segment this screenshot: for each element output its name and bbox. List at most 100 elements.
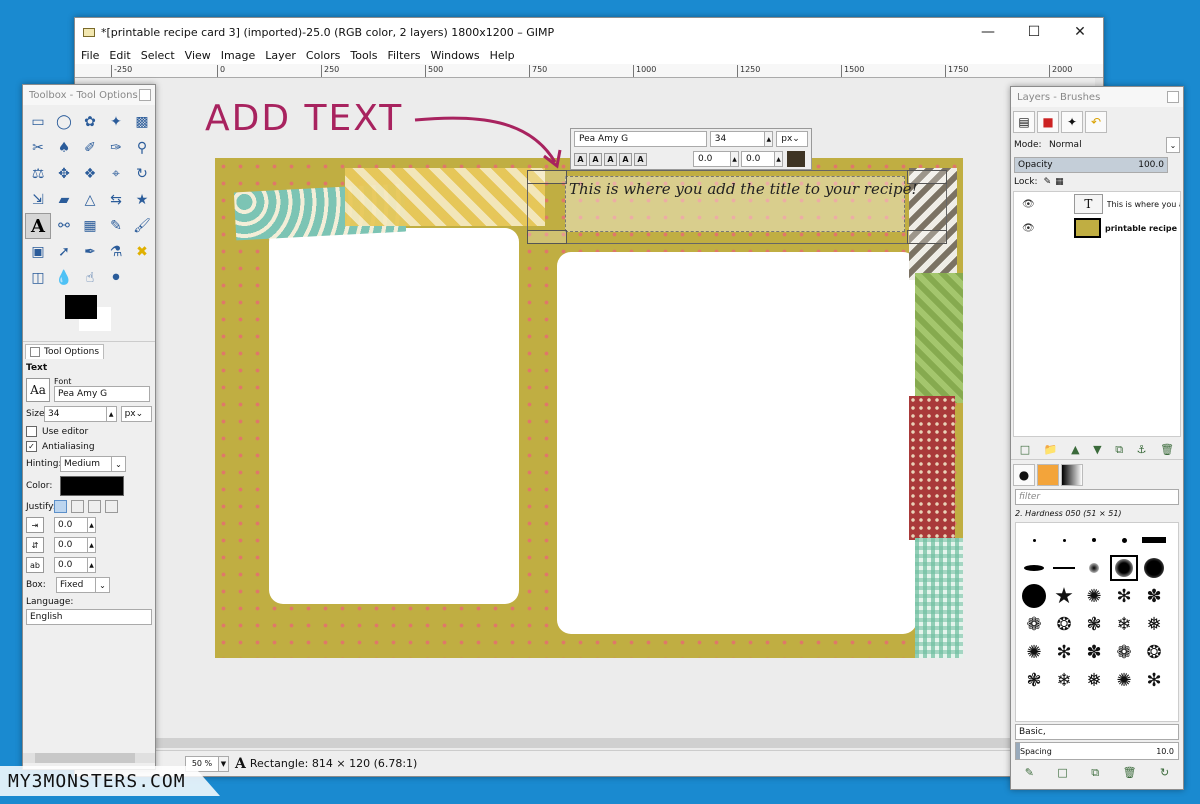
resize-handle-bottom-right[interactable]: [907, 230, 947, 244]
zoom-dropdown-icon[interactable]: ▼: [219, 755, 229, 772]
heal-icon[interactable]: ⚯: [51, 213, 77, 239]
hinting-select[interactable]: Medium: [60, 456, 112, 472]
otb-unit-select[interactable]: px ⌄: [776, 131, 808, 147]
brush-item[interactable]: ✻: [1140, 667, 1168, 693]
otb-font-field[interactable]: Pea Amy G: [574, 131, 707, 147]
close-button[interactable]: ✕: [1057, 18, 1103, 46]
brush-item[interactable]: [1020, 583, 1048, 609]
text-tool-icon[interactable]: A: [25, 213, 51, 239]
brush-item[interactable]: ❄: [1110, 611, 1138, 637]
indent-input[interactable]: 0.0: [54, 517, 88, 533]
brush-item[interactable]: ✺: [1110, 667, 1138, 693]
menu-colors[interactable]: Colors: [306, 49, 340, 62]
menu-layer[interactable]: Layer: [265, 49, 296, 62]
free-select-icon[interactable]: ✿: [77, 109, 103, 135]
select-by-color-icon[interactable]: ▩: [129, 109, 155, 135]
brush-item[interactable]: ❄: [1050, 667, 1078, 693]
brush-tag-input[interactable]: Basic,: [1015, 724, 1179, 740]
otb-size-spinner[interactable]: ▲: [765, 131, 774, 147]
brush-filter-input[interactable]: filter: [1015, 489, 1179, 505]
paths-icon[interactable]: ✐: [77, 135, 103, 161]
star-brush-icon[interactable]: ★: [1050, 583, 1078, 609]
layers-tab-icon[interactable]: ▤: [1013, 111, 1035, 133]
otb-clear-style-button[interactable]: A: [574, 152, 587, 166]
use-editor-checkbox[interactable]: [26, 426, 37, 437]
otb-underline-button[interactable]: A: [619, 152, 632, 166]
perspective-clone-icon[interactable]: ◫: [25, 265, 51, 291]
align-icon[interactable]: ❖: [77, 161, 103, 187]
blend-icon[interactable]: ▦: [77, 213, 103, 239]
size-unit-select[interactable]: px ⌄: [120, 406, 153, 422]
raise-layer-icon[interactable]: ▲: [1071, 443, 1079, 456]
horizontal-ruler[interactable]: -250 0 250 500 750 1000 1250 1500 1750 2…: [75, 64, 1103, 78]
resize-handle-top-left[interactable]: [527, 170, 567, 184]
brush-item[interactable]: [1140, 527, 1168, 553]
mode-dropdown-icon[interactable]: ⌄: [1166, 137, 1180, 153]
menu-filters[interactable]: Filters: [387, 49, 420, 62]
scissors-icon[interactable]: ✂: [25, 135, 51, 161]
brush-item[interactable]: [1080, 555, 1108, 581]
otb-italic-button[interactable]: A: [604, 152, 617, 166]
menu-view[interactable]: View: [185, 49, 211, 62]
text-color-button[interactable]: [60, 476, 124, 496]
box-select[interactable]: Fixed: [56, 577, 96, 593]
otb-color-swatch[interactable]: [787, 151, 805, 167]
dodge-burn-icon[interactable]: ⚫: [103, 265, 129, 291]
menu-file[interactable]: File: [81, 49, 99, 62]
otb-bold-button[interactable]: A: [589, 152, 602, 166]
layer-row-text[interactable]: 👁 T This is where you a: [1014, 192, 1180, 216]
otb-baseline-spinner[interactable]: ▲: [731, 151, 739, 167]
antialiasing-checkbox[interactable]: ✓: [26, 441, 37, 452]
brush-item[interactable]: ❅: [1080, 667, 1108, 693]
menu-windows[interactable]: Windows: [430, 49, 479, 62]
menu-tools[interactable]: Tools: [350, 49, 377, 62]
brush-item[interactable]: ❃: [1080, 611, 1108, 637]
perspective-icon[interactable]: △: [77, 187, 103, 213]
bandage-icon[interactable]: ✖: [129, 239, 155, 265]
letter-spacing-input[interactable]: 0.0: [54, 557, 88, 573]
toolbox-menu-button[interactable]: [139, 89, 151, 101]
patterns-tab-icon[interactable]: [1037, 464, 1059, 486]
otb-size-field[interactable]: 34: [709, 131, 766, 147]
otb-strikethrough-button[interactable]: A: [634, 152, 647, 166]
toolbox-scrollbar[interactable]: [23, 753, 155, 763]
duplicate-brush-icon[interactable]: ⧉: [1091, 766, 1099, 779]
move-icon[interactable]: ✥: [51, 161, 77, 187]
brush-item[interactable]: [1080, 527, 1108, 553]
size-input[interactable]: 34: [44, 406, 107, 422]
hinting-dropdown-icon[interactable]: ⌄: [112, 456, 126, 472]
otb-kerning-field[interactable]: 0.0: [741, 151, 775, 167]
clone-icon[interactable]: ⚗: [103, 239, 129, 265]
tool-options-tab[interactable]: Tool Options: [25, 344, 105, 359]
delete-layer-icon[interactable]: 🗑: [1160, 443, 1174, 456]
image-canvas[interactable]: This is where you add the title to your …: [215, 158, 963, 658]
duplicate-layer-icon[interactable]: ⧉: [1115, 443, 1123, 456]
brush-item[interactable]: [1110, 527, 1138, 553]
brush-item[interactable]: ✽: [1080, 639, 1108, 665]
measure-icon[interactable]: ⚖: [25, 161, 51, 187]
otb-kerning-spinner[interactable]: ▲: [775, 151, 783, 167]
cage-icon[interactable]: ★: [129, 187, 155, 213]
eraser-icon[interactable]: ▣: [25, 239, 51, 265]
gradients-tab-icon[interactable]: [1061, 464, 1083, 486]
letter-spacing-spinner[interactable]: ▲: [88, 557, 96, 573]
new-group-icon[interactable]: 📁: [1044, 443, 1058, 456]
foreground-color-swatch[interactable]: [65, 295, 97, 319]
line-spacing-input[interactable]: 0.0: [54, 537, 88, 553]
color-picker-icon[interactable]: ✑: [103, 135, 129, 161]
brush-item[interactable]: ❂: [1140, 639, 1168, 665]
justify-left-button[interactable]: [54, 500, 67, 513]
brush-item[interactable]: [1050, 555, 1078, 581]
brush-item[interactable]: [1140, 555, 1168, 581]
brush-item[interactable]: ✽: [1140, 583, 1168, 609]
resize-handle-bottom-left[interactable]: [527, 230, 567, 244]
justify-center-button[interactable]: [88, 500, 101, 513]
mode-select[interactable]: Normal: [1046, 137, 1166, 153]
menu-help[interactable]: Help: [490, 49, 515, 62]
toolbox-scroll-thumb[interactable]: [35, 753, 135, 763]
language-input[interactable]: English: [26, 609, 152, 625]
brushes-tab-icon[interactable]: ●: [1013, 464, 1035, 486]
foreground-select-icon[interactable]: ♠: [51, 135, 77, 161]
justify-right-button[interactable]: [71, 500, 84, 513]
shear-icon[interactable]: ▰: [51, 187, 77, 213]
